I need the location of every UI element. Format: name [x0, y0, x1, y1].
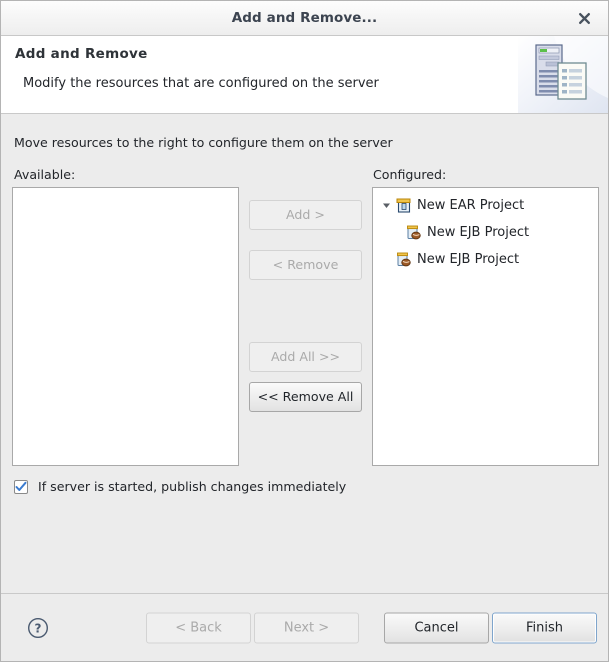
checkmark-icon [15, 481, 27, 491]
ejb-jar-bean-icon [394, 251, 412, 269]
dialog-header: Add and Remove Modify the resources that… [1, 36, 608, 114]
add-button[interactable]: Add > [249, 200, 362, 230]
finish-button[interactable]: Finish [492, 612, 597, 643]
help-question-icon: ? [27, 617, 49, 638]
help-button[interactable]: ? [27, 617, 49, 639]
transfer-button-group: Add > < Remove Add All >> << Remove All [249, 200, 362, 412]
server-and-document-icon [518, 36, 608, 113]
remove-all-button[interactable]: << Remove All [249, 382, 362, 412]
tree-item-label: New EAR Project [417, 198, 525, 213]
next-button[interactable]: Next > [254, 612, 359, 643]
close-button[interactable] [568, 1, 600, 35]
publish-immediately-checkbox[interactable]: If server is started, publish changes im… [14, 479, 346, 494]
triangle-down-icon[interactable] [379, 192, 394, 219]
available-label: Available: [14, 167, 76, 182]
tree-item-label: New EJB Project [427, 225, 530, 240]
dialog-body: Move resources to the right to configure… [1, 114, 608, 593]
add-and-remove-dialog: Add and Remove... Add and Remove Modify … [0, 0, 609, 662]
dialog-title: Add and Remove... [231, 10, 378, 26]
available-resources-list[interactable] [12, 187, 239, 466]
dialog-titlebar: Add and Remove... [1, 1, 608, 36]
header-description: Modify the resources that are configured… [23, 76, 379, 91]
header-title: Add and Remove [15, 46, 148, 62]
ear-archive-icon [394, 197, 412, 215]
instruction-text: Move resources to the right to configure… [14, 135, 393, 150]
close-x-icon [578, 12, 590, 24]
tree-item-new-ear-project[interactable]: New EAR Project [373, 192, 598, 219]
configured-label: Configured: [373, 167, 447, 182]
remove-button[interactable]: < Remove [249, 250, 362, 280]
dialog-footer: ? < Back Next > Cancel Finish [1, 593, 608, 661]
svg-text:?: ? [35, 621, 42, 635]
checkbox-label: If server is started, publish changes im… [38, 479, 347, 494]
back-button[interactable]: < Back [146, 612, 251, 643]
footer-button-group: < Back Next > Cancel Finish [146, 612, 597, 643]
ejb-jar-bean-icon [404, 224, 422, 242]
checkbox-box[interactable] [14, 479, 28, 494]
configured-resources-tree[interactable]: New EAR Project New EJB Project New EJB … [372, 187, 599, 466]
add-all-button[interactable]: Add All >> [249, 342, 362, 372]
tree-item-label: New EJB Project [417, 252, 520, 267]
cancel-button[interactable]: Cancel [384, 612, 489, 643]
tree-item-new-ejb-project-child[interactable]: New EJB Project [373, 219, 598, 246]
tree-item-new-ejb-project-root[interactable]: New EJB Project [373, 246, 598, 273]
